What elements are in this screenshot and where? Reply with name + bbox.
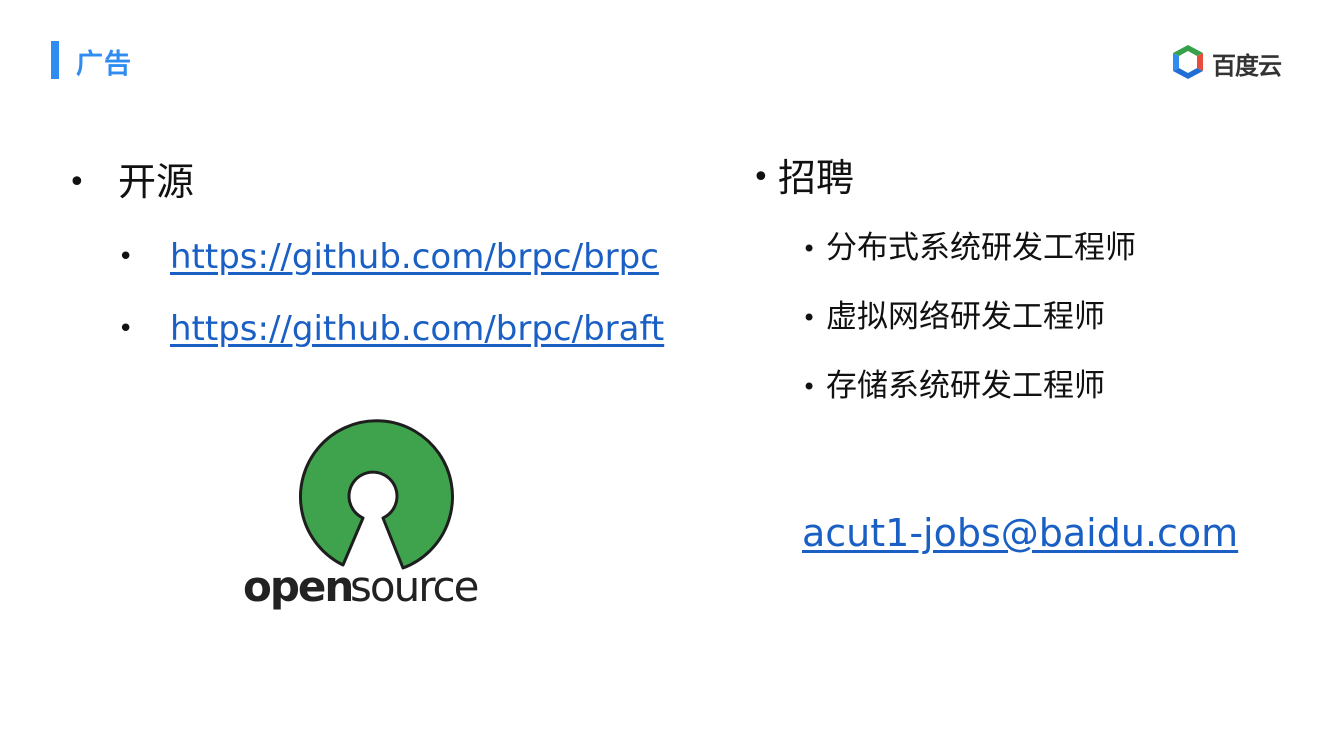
logo-text-open: open bbox=[243, 562, 352, 611]
open-source-keyhole-icon bbox=[298, 419, 454, 570]
logo-text-source: source bbox=[350, 562, 478, 611]
bullet-icon: • bbox=[118, 242, 134, 272]
braft-link[interactable]: https://github.com/brpc/braft bbox=[170, 312, 664, 346]
brand-logo: 百度云 bbox=[1170, 43, 1282, 83]
page-title: 广告 bbox=[76, 49, 132, 80]
job-item: 分布式系统研发工程师 bbox=[826, 230, 1136, 266]
open-source-logo: open source bbox=[243, 419, 480, 611]
recruitment-heading: 招聘 bbox=[778, 156, 855, 200]
brand-name: 百度云 bbox=[1212, 51, 1282, 80]
bullet-icon: • bbox=[802, 304, 817, 332]
bullet-icon: • bbox=[802, 373, 817, 401]
job-item: 存储系统研发工程师 bbox=[826, 368, 1105, 404]
bullet-icon: • bbox=[752, 160, 770, 195]
bullet-icon: • bbox=[802, 235, 817, 263]
title-accent-bar bbox=[51, 41, 59, 79]
bullet-icon: • bbox=[68, 165, 86, 200]
recruitment-email-link[interactable]: acut1-jobs@baidu.com bbox=[802, 514, 1238, 552]
job-item: 虚拟网络研发工程师 bbox=[826, 299, 1105, 335]
cube-logo-icon bbox=[1173, 45, 1203, 79]
brpc-link[interactable]: https://github.com/brpc/brpc bbox=[170, 240, 659, 274]
bullet-icon: • bbox=[118, 314, 134, 344]
open-source-heading: 开源 bbox=[118, 160, 195, 204]
